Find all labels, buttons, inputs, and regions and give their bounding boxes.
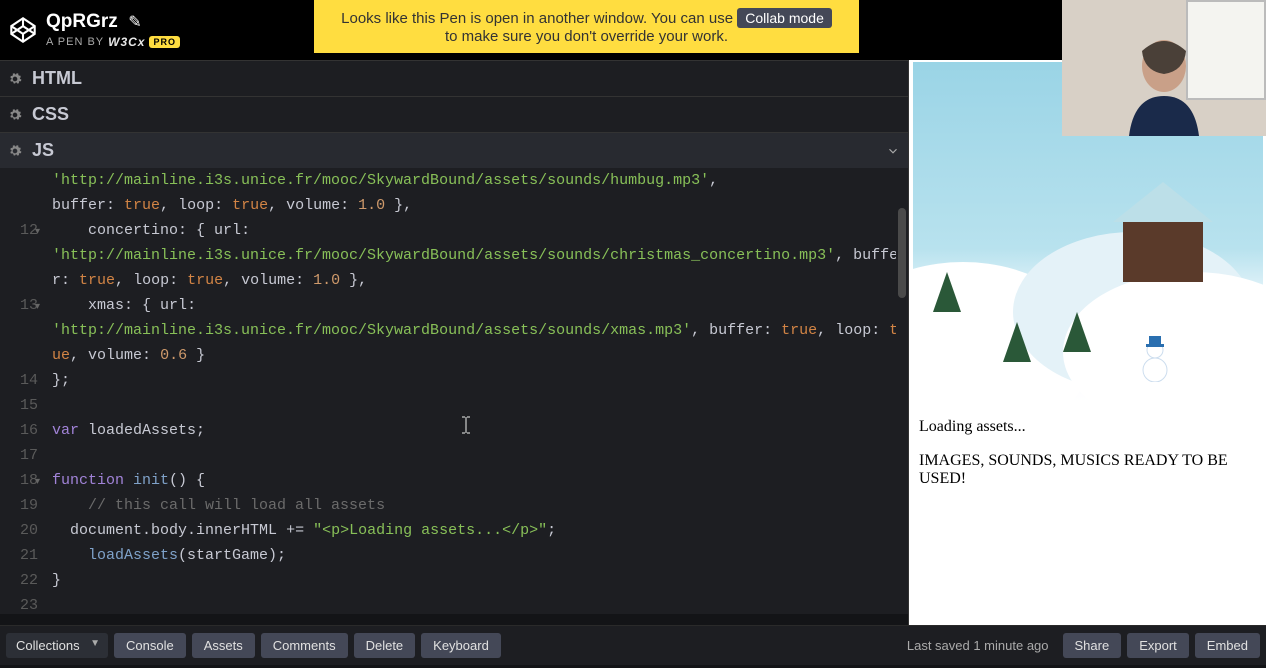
output-pane: Loading assets... IMAGES, SOUNDS, MUSICS… bbox=[908, 60, 1266, 625]
share-button[interactable]: Share bbox=[1063, 633, 1122, 658]
scrollbar-thumb[interactable] bbox=[898, 208, 906, 298]
output-line-1: Loading assets... bbox=[919, 418, 1256, 436]
pen-by-label: A PEN BY bbox=[46, 36, 104, 48]
vertical-scrollbar[interactable] bbox=[896, 168, 908, 614]
collab-notice: Looks like this Pen is open in another w… bbox=[314, 0, 859, 53]
js-editor[interactable]: 12▾ 13▾ 14 15 16 17 18▾ 19 20 21 22 23 '… bbox=[0, 168, 908, 614]
last-saved-text: Last saved 1 minute ago bbox=[907, 638, 1049, 653]
html-panel-header[interactable]: HTML bbox=[0, 60, 908, 96]
line-gutter: 12▾ 13▾ 14 15 16 17 18▾ 19 20 21 22 23 bbox=[0, 168, 46, 614]
export-button[interactable]: Export bbox=[1127, 633, 1189, 658]
collab-mode-button[interactable]: Collab mode bbox=[737, 8, 832, 28]
gear-icon[interactable] bbox=[8, 72, 22, 86]
pen-title[interactable]: QpRGrz bbox=[46, 11, 118, 32]
footer-bar: Collections ▼ Console Assets Comments De… bbox=[0, 625, 1266, 665]
css-panel-header[interactable]: CSS bbox=[0, 96, 908, 132]
gear-icon[interactable] bbox=[8, 144, 22, 158]
pen-title-block: QpRGrz ✎ A PEN BY W3Cx PRO bbox=[46, 11, 180, 49]
notice-text-after: to make sure you don't override your wor… bbox=[445, 28, 728, 45]
delete-button[interactable]: Delete bbox=[354, 633, 416, 658]
gear-icon[interactable] bbox=[8, 108, 22, 122]
edit-title-icon[interactable]: ✎ bbox=[128, 14, 141, 31]
html-panel-title: HTML bbox=[32, 68, 82, 89]
codepen-logo bbox=[10, 17, 36, 43]
output-text: Loading assets... IMAGES, SOUNDS, MUSICS… bbox=[909, 402, 1266, 520]
code-area[interactable]: 'http://mainline.i3s.unice.fr/mooc/Skywa… bbox=[46, 168, 908, 614]
js-panel-title: JS bbox=[32, 140, 54, 161]
notice-text-before: Looks like this Pen is open in another w… bbox=[341, 10, 737, 27]
css-panel-title: CSS bbox=[32, 104, 69, 125]
webcam-overlay bbox=[1062, 0, 1266, 136]
presenter-silhouette bbox=[1109, 26, 1219, 136]
embed-button[interactable]: Embed bbox=[1195, 633, 1260, 658]
pro-badge: PRO bbox=[149, 36, 180, 48]
collections-select[interactable]: Collections bbox=[6, 633, 108, 658]
console-button[interactable]: Console bbox=[114, 633, 186, 658]
text-cursor-icon bbox=[460, 416, 472, 434]
comments-button[interactable]: Comments bbox=[261, 633, 348, 658]
js-panel-header[interactable]: JS bbox=[0, 132, 908, 168]
snowman-icon bbox=[1137, 332, 1173, 382]
keyboard-button[interactable]: Keyboard bbox=[421, 633, 501, 658]
chevron-down-icon[interactable] bbox=[886, 144, 900, 158]
assets-button[interactable]: Assets bbox=[192, 633, 255, 658]
author-link[interactable]: W3Cx bbox=[108, 35, 145, 49]
output-line-2: IMAGES, SOUNDS, MUSICS READY TO BE USED! bbox=[919, 452, 1256, 488]
